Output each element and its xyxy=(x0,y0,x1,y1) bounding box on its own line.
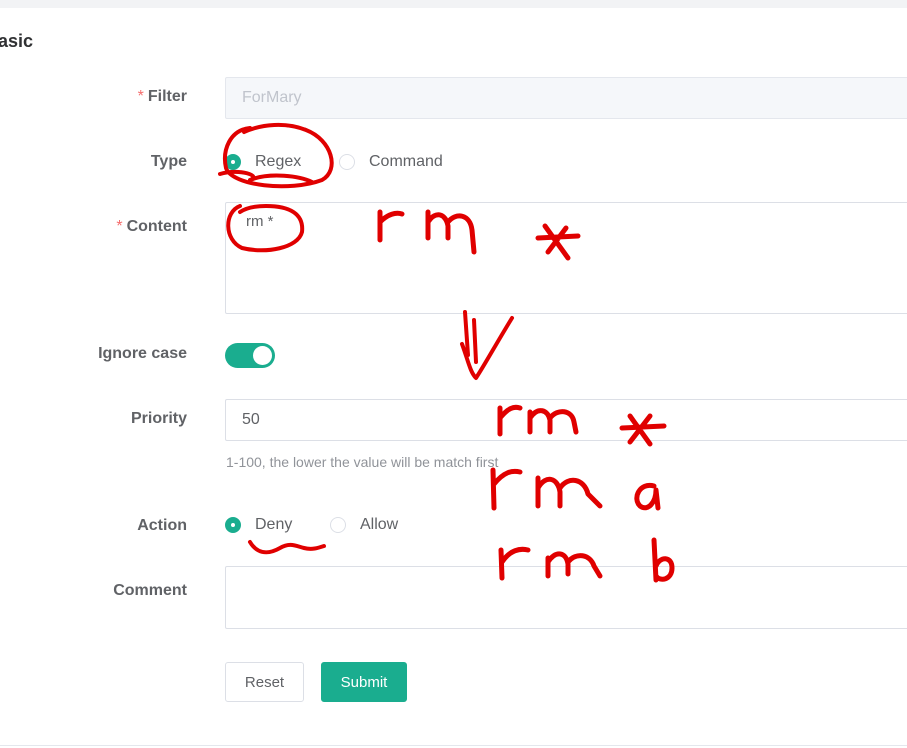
required-mark: * xyxy=(137,88,144,105)
priority-value: 50 xyxy=(242,411,260,428)
action-radio-deny[interactable]: Deny xyxy=(225,516,292,534)
radio-unchecked-icon xyxy=(330,517,346,533)
priority-label: Priority xyxy=(130,410,187,427)
priority-input[interactable]: 50 xyxy=(225,399,907,441)
filter-input[interactable]: ForMary xyxy=(225,77,907,119)
radio-label-allow: Allow xyxy=(360,516,399,533)
required-mark: * xyxy=(116,218,123,235)
section-title: asic xyxy=(0,31,34,51)
radio-checked-icon xyxy=(225,154,241,170)
type-radio-command[interactable]: Command xyxy=(339,153,443,171)
arrow-down xyxy=(460,310,514,380)
radio-label-regex: Regex xyxy=(255,153,302,170)
action-label: Action xyxy=(137,517,187,534)
radio-label-deny: Deny xyxy=(255,516,293,533)
ignore-case-label: Ignore case xyxy=(98,345,187,362)
comment-textarea[interactable] xyxy=(225,566,907,629)
content-textarea[interactable]: rm * xyxy=(225,202,907,314)
content-value: rm * xyxy=(246,213,274,230)
type-label: Type xyxy=(150,153,187,170)
switch-knob xyxy=(253,346,272,365)
submit-button[interactable]: Submit xyxy=(321,662,407,702)
radio-checked-icon xyxy=(225,517,241,533)
radio-label-command: Command xyxy=(369,153,443,170)
type-radio-regex[interactable]: Regex xyxy=(225,153,301,171)
content-label: * Content xyxy=(116,218,187,235)
priority-hint: 1-100, the lower the value will be match… xyxy=(226,454,499,470)
scribble-over-regex xyxy=(218,169,314,184)
reset-button[interactable]: Reset xyxy=(225,662,304,702)
comment-label: Comment xyxy=(113,582,187,599)
filter-value: ForMary xyxy=(242,89,302,106)
ignore-case-switch[interactable] xyxy=(225,343,275,368)
radio-unchecked-icon xyxy=(339,154,355,170)
action-radio-allow[interactable]: Allow xyxy=(330,516,398,534)
divider xyxy=(0,745,907,746)
underline-deny xyxy=(248,540,326,555)
handwritten-line-3 xyxy=(490,467,661,511)
top-bar xyxy=(0,0,907,8)
filter-label: * Filter xyxy=(137,88,187,105)
